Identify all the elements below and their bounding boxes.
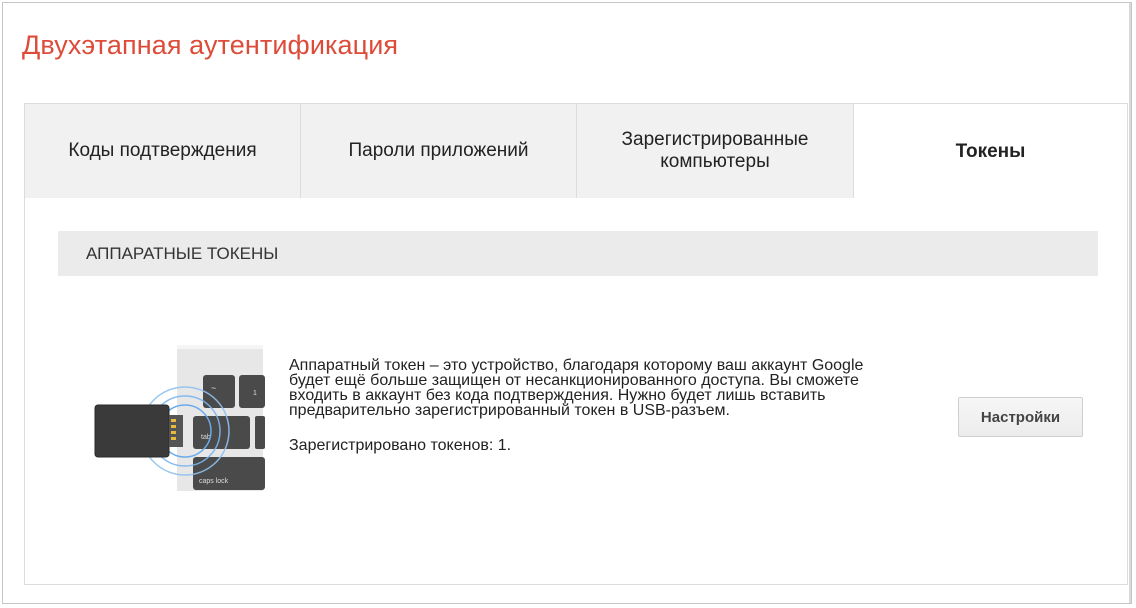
tab-label: Токены xyxy=(955,140,1026,162)
usb-contact xyxy=(171,437,176,440)
key-one xyxy=(239,375,265,408)
tab-verification-codes[interactable]: Коды подтверждения xyxy=(24,103,300,199)
page-title: Двухэтапная аутентификация xyxy=(22,30,399,60)
key-tilde-label: ~ xyxy=(211,383,216,393)
description-text: Аппаратный токен – это устройство, благо… xyxy=(289,357,864,419)
usb-token-keyboard-illustration: ~ 1 tab caps lock xyxy=(94,345,265,491)
keyboard-top-edge xyxy=(177,345,263,349)
usb-contact xyxy=(171,419,176,422)
key-tab xyxy=(193,416,250,449)
usb-contact xyxy=(171,431,176,434)
settings-button[interactable]: Настройки xyxy=(958,397,1083,437)
tab-registered-computers[interactable]: Зарегистрированные компьютеры xyxy=(576,103,853,199)
section-header: АППАРАТНЫЕ ТОКЕНЫ xyxy=(58,231,1098,276)
section-header-label: АППАРАТНЫЕ ТОКЕНЫ xyxy=(86,243,279,263)
frame-edge xyxy=(1129,3,1131,603)
tab-label: Зарегистрированные компьютеры xyxy=(621,129,809,172)
tab-app-passwords[interactable]: Пароли приложений xyxy=(300,103,576,199)
key-caps-lock xyxy=(193,457,265,490)
usb-contact xyxy=(171,425,176,428)
usb-token-body xyxy=(95,405,169,457)
tab-bar: Коды подтверждения Пароли приложений Зар… xyxy=(24,103,1128,199)
tab-tokens[interactable]: Токены xyxy=(853,103,1128,199)
key-q xyxy=(255,416,265,449)
tab-label: Пароли приложений xyxy=(348,140,529,161)
key-caps-label: caps lock xyxy=(199,478,229,485)
settings-button-label: Настройки xyxy=(980,408,1061,426)
key-one-label: 1 xyxy=(253,390,257,397)
tab-label: Коды подтверждения xyxy=(68,140,257,161)
tokens-panel: АППАРАТНЫЕ ТОКЕНЫ ~ 1 tab caps lock Аппа… xyxy=(24,198,1128,585)
registered-count: Зарегистрировано токенов: 1. xyxy=(289,437,512,454)
token-description: Аппаратный токен – это устройство, благо… xyxy=(289,357,909,454)
